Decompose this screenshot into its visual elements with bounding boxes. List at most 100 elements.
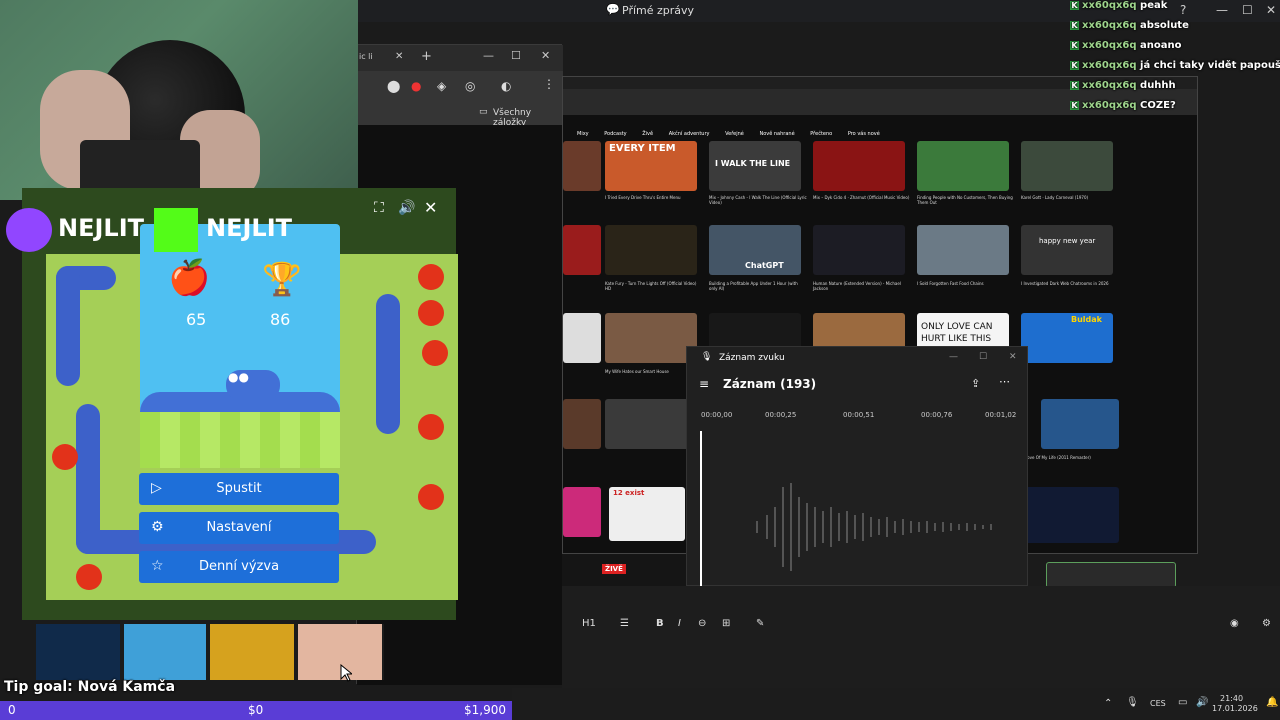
heading-dropdown[interactable]: H1 [582,618,596,629]
video-title[interactable]: I Sold Forgotten Fast Food Chains [917,281,1015,286]
game-thumbnail[interactable] [210,624,294,680]
video-title[interactable]: Human Nature (Extended Version) - Michae… [813,281,911,291]
video-thumbnail[interactable] [917,225,1009,275]
bold-icon[interactable]: B [656,618,664,629]
chip[interactable]: Veřejné [725,131,744,137]
video-thumbnail[interactable]: I WALK THE LINE [709,141,801,191]
video-thumbnail[interactable] [563,487,601,537]
fullscreen-icon[interactable]: ⛶ [374,200,384,216]
chip[interactable]: Akční adventury [669,131,710,137]
video-thumbnail[interactable] [813,141,905,191]
maximize-button[interactable]: ☐ [979,352,987,362]
video-title[interactable]: Building a Profitable App Under 1 Hour (… [709,281,807,291]
progress-count: 0 [8,703,16,717]
tab[interactable]: ic li [359,52,373,61]
menu-icon[interactable]: ⋮ [543,77,555,91]
video-thumbnail[interactable] [813,225,905,275]
video-thumbnail[interactable] [563,225,601,275]
folder-icon: ▭ [479,107,488,117]
mic-icon[interactable]: 🎙 [1126,697,1139,708]
video-title[interactable]: Finding People with No Customers, Then B… [917,195,1015,205]
share-icon[interactable]: ⇪ [971,377,980,390]
bookmarks-bar: ▭ Všechny záložky [357,103,563,128]
clock-date[interactable]: 17.01.2026 [1212,704,1258,713]
volume-icon[interactable]: 🔊 [398,200,415,216]
snake-eyes: ●● [228,370,249,384]
video-thumbnail[interactable] [605,313,697,363]
video-thumbnail[interactable]: ChatGPT [709,225,801,275]
video-title[interactable]: I Investigated Dark Web Chatrooms in 202… [1021,281,1119,286]
close-button[interactable]: ✕ [541,49,550,62]
video-thumbnail[interactable]: 12 exist [609,487,685,541]
video-thumbnail[interactable]: Buldak [1021,313,1113,363]
game-thumbnail[interactable] [36,624,120,680]
extension-icon[interactable]: ● [411,79,421,93]
italic-icon[interactable]: I [678,618,681,629]
link-icon[interactable]: ⊖ [698,618,706,629]
video-thumbnail[interactable] [563,313,601,363]
video-title[interactable]: I Tried Every Drive Thru's Entire Menu [605,195,703,200]
minimize-button[interactable]: — [483,49,494,62]
chip[interactable]: Mixy [577,131,589,137]
video-thumbnail[interactable] [1041,399,1119,449]
video-thumbnail[interactable] [917,141,1009,191]
settings-icon[interactable]: ⚙ [1262,618,1271,629]
chip[interactable]: Pro vás nové [848,131,880,137]
start-button[interactable]: ▷ Spustit [139,473,339,505]
video-thumbnail[interactable] [605,225,697,275]
network-icon[interactable]: ▭ [1178,697,1187,708]
video-thumbnail[interactable] [563,141,601,191]
hamburger-menu-icon[interactable]: ≡ [699,377,709,391]
progress-current: $0 [248,703,264,717]
format-icon[interactable]: ✎ [756,618,764,629]
clock-time[interactable]: 21:40 [1220,694,1243,703]
puzzle-icon[interactable]: ◈ [437,79,446,93]
chevron-up-icon[interactable]: ⌃ [1104,698,1112,709]
video-title[interactable]: Kate Fury - Turn The Lights Off (Officia… [605,281,703,291]
extension-icon[interactable]: ⬤ [387,79,400,93]
chip[interactable]: Podcasty [604,131,626,137]
video-thumbnail[interactable] [605,399,697,449]
language-indicator[interactable]: CES [1150,699,1166,708]
tab-close-icon[interactable]: ✕ [395,51,403,62]
close-button[interactable]: ✕ [1009,352,1017,362]
video-thumbnail[interactable] [1021,141,1113,191]
video-title[interactable]: Karel Gott · Lady Carneval (1970) [1021,195,1119,200]
playhead[interactable] [700,431,702,587]
chip[interactable]: Přečteno [810,131,832,137]
chip[interactable]: Nově nahrané [759,131,794,137]
daily-challenge-button[interactable]: ☆ Denní výzva [139,551,339,583]
notification-icon[interactable]: 🔔 [1266,697,1278,708]
video-title[interactable]: Mix – Johnny Cash - I Walk The Line (Off… [709,195,807,205]
new-tab-button[interactable]: + [421,49,432,64]
live-thumbnail[interactable]: ŽIVĚ [562,554,686,586]
video-thumbnail[interactable]: happy new year [1021,225,1113,275]
chip[interactable]: Živě [642,131,653,137]
apple [418,484,444,510]
video-thumbnail[interactable]: EVERY ITEM [605,141,697,191]
extension-icon[interactable]: ◎ [465,79,475,93]
chat-message: Kxx60qx6q já chci taky vidět papouškaaa [1070,60,1280,71]
apple [418,300,444,326]
volume-icon[interactable]: 🔊 [1196,697,1208,708]
video-thumbnail[interactable] [563,399,601,449]
profile-icon[interactable]: ◐ [501,79,511,93]
table-icon[interactable]: ⊞ [722,618,730,629]
chat-message: Kxx60qx6q peak [1070,0,1168,11]
video-title[interactable]: Mix – Dyk Cido 4 · Zharnut (Official Mus… [813,195,911,200]
settings-button[interactable]: ⚙ Nastavení [139,512,339,544]
copilot-icon[interactable]: ◉ [1230,618,1239,629]
video-thumbnail[interactable] [1025,487,1119,543]
game-thumbnails [0,624,384,680]
best-score-value: 86 [270,310,291,329]
toolbar: ⬤ ● ◈ ◎ ◐ ⋮ [357,71,563,103]
list-icon[interactable]: ☰ [620,618,629,629]
more-icon[interactable]: ⋯ [999,375,1010,388]
maximize-button[interactable]: ☐ [511,49,521,62]
minimize-button[interactable]: — [949,352,958,362]
preview-window[interactable] [1046,562,1176,588]
sound-recorder-window: 🎙 Záznam zvuku — ☐ ✕ ≡ Záznam (193) ⇪ ⋯ … [686,346,1028,587]
video-title[interactable]: Love Of My Life (2011 Remaster) [1025,455,1123,460]
game-thumbnail[interactable] [124,624,206,680]
close-game-icon[interactable]: ✕ [424,198,437,217]
